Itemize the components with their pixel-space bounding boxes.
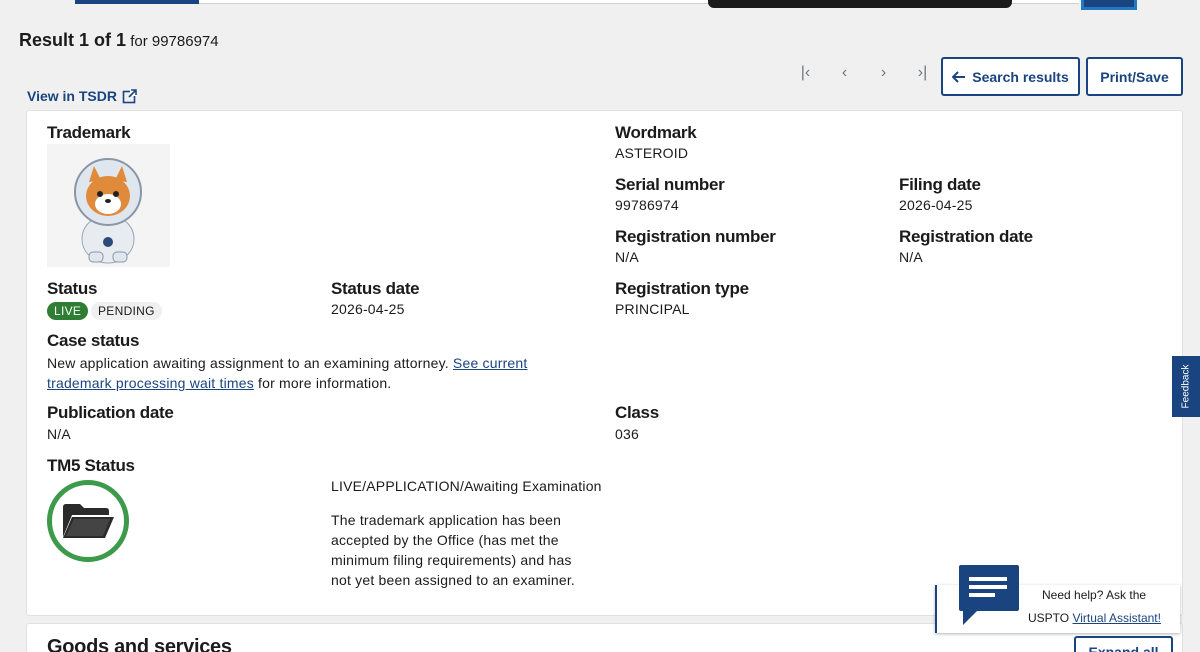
registration-date-label: Registration date	[899, 227, 1033, 246]
case-status-suffix: for more information.	[258, 375, 392, 391]
class-label: Class	[615, 403, 659, 422]
chat-bubble-icon[interactable]	[957, 563, 1021, 627]
tm5-status-label: TM5 Status	[47, 456, 135, 475]
shiba-astronaut-image	[47, 144, 170, 267]
pager: |‹ ‹ › ›|	[786, 64, 942, 82]
folder-open-icon	[47, 480, 129, 562]
status-label: Status	[47, 279, 98, 298]
goods-services-title: Goods and services	[47, 636, 232, 652]
print-save-label: Print/Save	[1100, 68, 1169, 85]
result-query: for 99786974	[130, 33, 219, 50]
status-badge-pending: PENDING	[91, 302, 162, 320]
tm5-status-description: The trademark application has been accep…	[331, 512, 576, 588]
wordmark-label: Wordmark	[615, 123, 697, 142]
registration-type-label: Registration type	[615, 279, 749, 298]
status-badge-live: LIVE	[47, 302, 89, 320]
chevron-left-icon[interactable]: ‹	[825, 64, 864, 82]
nav-tab-active[interactable]	[75, 0, 199, 4]
tooltip	[708, 0, 1012, 8]
assistant-prefix: USPTO	[1028, 611, 1070, 625]
class-value: 036	[615, 426, 639, 442]
registration-type-value: PRINCIPAL	[615, 301, 690, 317]
serial-number-value: 99786974	[615, 197, 679, 213]
assistant-line1: Need help? Ask the	[1042, 588, 1147, 602]
result-summary: Result 1 of 1 for 99786974	[19, 30, 219, 51]
top-bar	[0, 0, 1200, 23]
assistant-line2: USPTO Virtual Assistant!	[1028, 611, 1161, 625]
registration-number-value: N/A	[615, 249, 639, 265]
feedback-tab[interactable]: Feedback	[1172, 356, 1200, 417]
wordmark-value: ASTEROID	[615, 145, 689, 161]
status-date-value: 2026-04-25	[331, 301, 405, 317]
filing-date-label: Filing date	[899, 175, 981, 194]
arrow-left-icon	[952, 70, 966, 83]
last-page-icon[interactable]: ›|	[903, 64, 942, 82]
publication-date-value: N/A	[47, 426, 71, 442]
first-page-icon[interactable]: |‹	[786, 64, 825, 82]
feedback-label: Feedback	[1180, 364, 1192, 409]
external-link-icon	[122, 88, 137, 103]
virtual-assistant-link[interactable]: Virtual Assistant!	[1072, 611, 1161, 625]
search-button[interactable]	[1081, 0, 1137, 10]
search-results-label: Search results	[972, 68, 1069, 85]
publication-date-label: Publication date	[47, 403, 174, 422]
filing-date-value: 2026-04-25	[899, 197, 973, 213]
trademark-image	[47, 144, 170, 267]
view-in-tsdr-link[interactable]: View in TSDR	[27, 88, 137, 104]
search-results-button[interactable]: Search results	[941, 57, 1080, 96]
status-date-label: Status date	[331, 279, 420, 298]
registration-date-value: N/A	[899, 249, 923, 265]
case-status-label: Case status	[47, 331, 140, 350]
expand-all-button[interactable]: Expand all	[1074, 636, 1173, 652]
view-in-tsdr-label: View in TSDR	[27, 88, 117, 104]
result-count: Result 1 of 1	[19, 30, 127, 50]
case-status-text: New application awaiting assignment to a…	[47, 353, 587, 393]
case-status-description: New application awaiting assignment to a…	[47, 355, 449, 371]
trademark-card: Trademark Status LIVE PENDING Status dat…	[26, 110, 1183, 616]
serial-number-label: Serial number	[615, 175, 725, 194]
chevron-right-icon[interactable]: ›	[864, 64, 903, 82]
trademark-label: Trademark	[47, 123, 131, 142]
registration-number-label: Registration number	[615, 227, 776, 246]
tm5-status-value: LIVE/APPLICATION/Awaiting Examination	[331, 478, 602, 494]
print-save-button[interactable]: Print/Save	[1086, 57, 1183, 96]
